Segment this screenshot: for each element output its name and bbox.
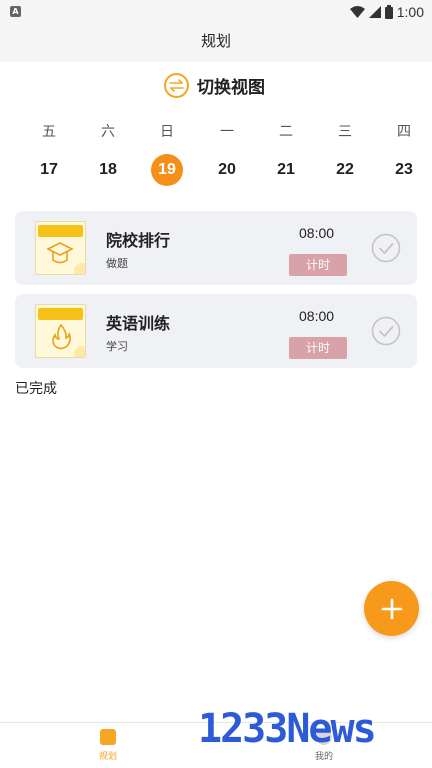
weekday-label: 三	[338, 124, 352, 140]
check-circle-icon[interactable]	[371, 316, 401, 346]
swap-icon	[164, 72, 189, 98]
task-category: 做题	[106, 257, 128, 270]
tab-label: 规划	[98, 752, 117, 762]
date-number: 20	[218, 161, 236, 178]
day-item[interactable]: 六 18	[88, 122, 128, 186]
task-thumbnail	[35, 304, 86, 358]
day-item[interactable]: 二 21	[266, 122, 306, 186]
timer-button[interactable]: 计时	[289, 337, 347, 359]
plus-icon	[381, 598, 402, 619]
day-item[interactable]: 四 23	[384, 122, 424, 186]
date-number: 18	[99, 161, 117, 178]
notification-a-icon: A	[10, 6, 21, 17]
weekday-label: 六	[101, 124, 115, 140]
date-number: 21	[277, 161, 295, 178]
completed-section-label: 已完成	[15, 381, 57, 397]
weekday-label: 五	[42, 124, 56, 140]
task-card[interactable]: 院校排行 做题 08:00 计时	[15, 211, 417, 285]
wifi-icon	[349, 6, 365, 18]
weekday-label: 四	[397, 124, 411, 140]
task-thumbnail	[35, 221, 86, 275]
status-time: 1:00	[396, 4, 424, 20]
battery-icon	[384, 5, 393, 19]
task-title: 院校排行	[106, 231, 171, 250]
date-number: 22	[336, 161, 354, 178]
task-time: 08:00	[299, 308, 335, 324]
status-indicators: 1:00	[349, 3, 424, 21]
task-card[interactable]: 英语训练 学习 08:00 计时	[15, 294, 417, 368]
date-number: 19	[151, 154, 183, 186]
page-title: 规划	[0, 24, 432, 62]
date-number: 17	[40, 161, 58, 178]
add-button[interactable]	[364, 581, 419, 636]
weekday-label: 一	[220, 124, 234, 140]
day-item[interactable]: 五 17	[29, 122, 69, 186]
date-number: 23	[395, 161, 413, 178]
weekday-label: 二	[279, 124, 293, 140]
check-circle-icon[interactable]	[371, 233, 401, 263]
weekday-label: 日	[160, 124, 174, 140]
day-item[interactable]: 三 22	[325, 122, 365, 186]
task-time: 08:00	[299, 225, 335, 241]
signal-icon	[368, 6, 381, 18]
tab-plan[interactable]: 规划	[78, 729, 138, 762]
switch-view-button[interactable]: 切换视图	[164, 72, 265, 98]
timer-button[interactable]: 计时	[289, 254, 347, 276]
watermark: 1233News	[198, 706, 377, 752]
day-item[interactable]: 一 20	[207, 122, 247, 186]
plan-icon	[100, 729, 116, 745]
switch-view-label: 切换视图	[197, 77, 265, 98]
task-title: 英语训练	[106, 314, 171, 333]
graduation-cap-icon	[46, 242, 74, 264]
flame-icon	[52, 323, 71, 350]
task-category: 学习	[106, 340, 128, 353]
day-item-selected[interactable]: 日 19	[147, 122, 187, 186]
status-bar: A 1:00	[0, 0, 432, 24]
